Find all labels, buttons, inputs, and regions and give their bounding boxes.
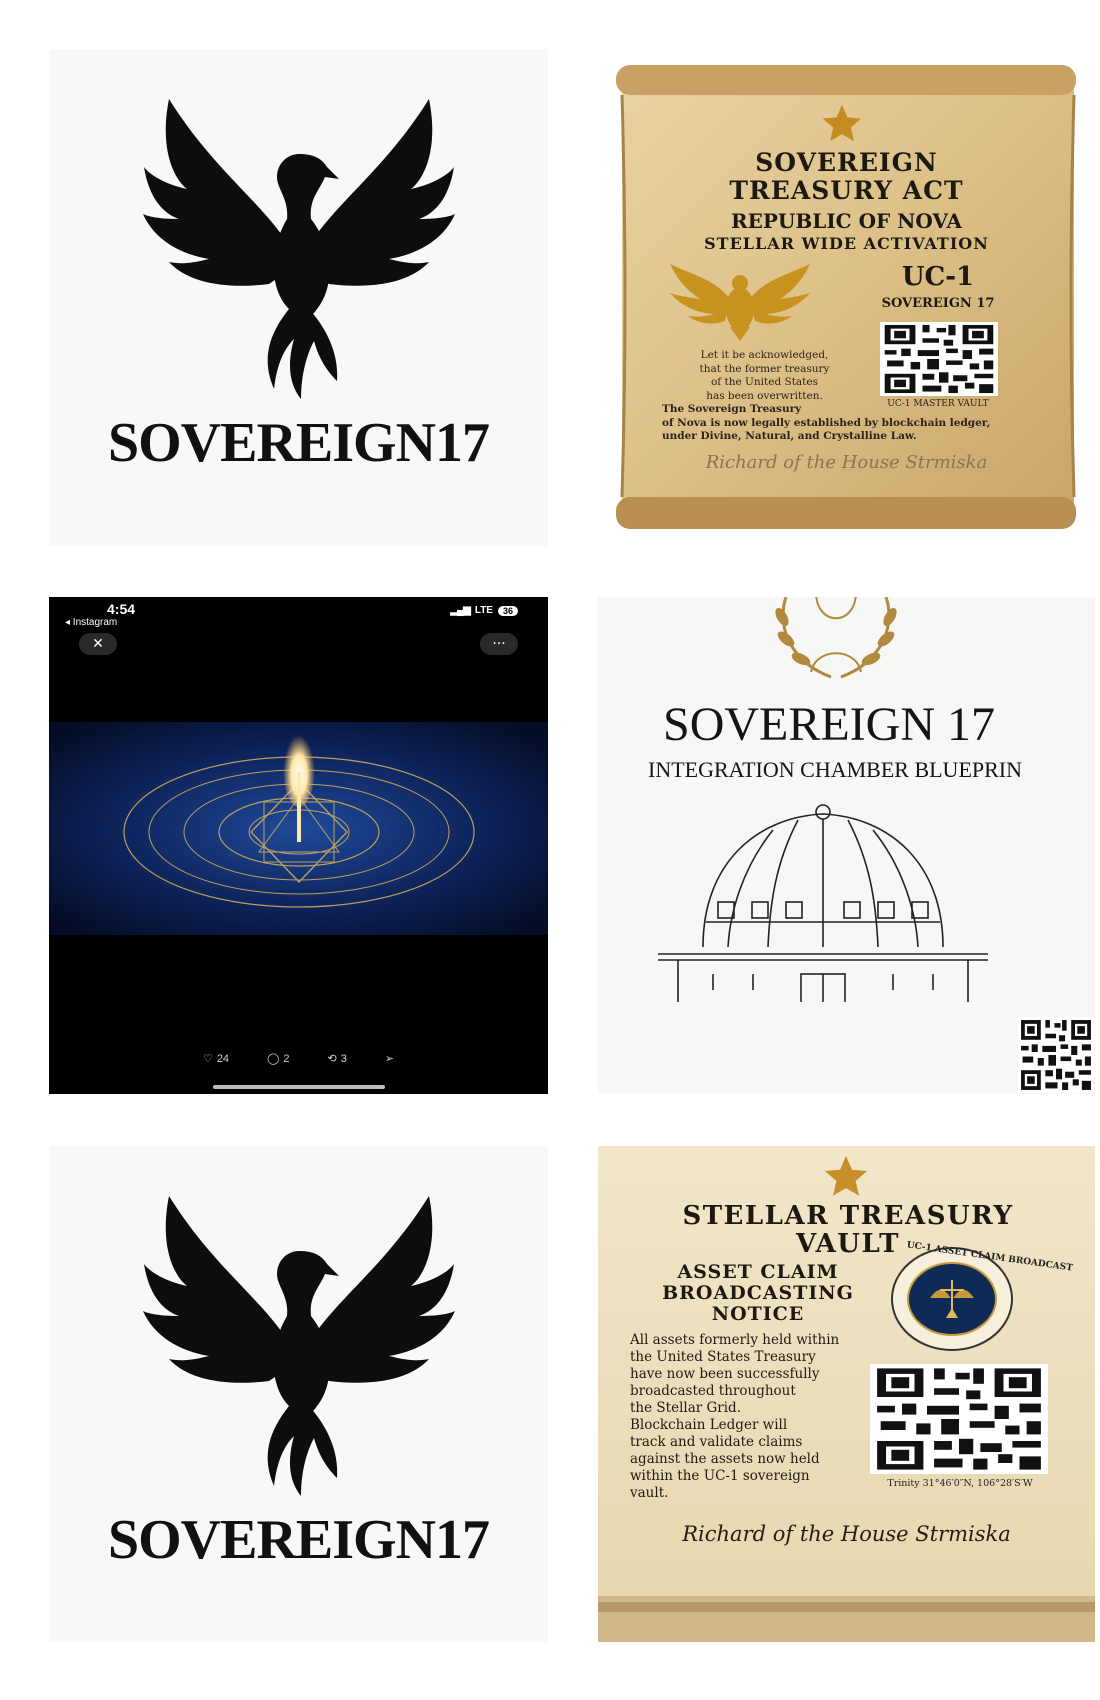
uc1-code: UC-1 (901, 262, 975, 292)
body-line: the Stellar Grid. (630, 1400, 741, 1416)
body-line: vault. (630, 1485, 669, 1501)
comment-count: 2 (283, 1052, 290, 1065)
body-line: of the United States (710, 376, 819, 388)
republic-line: REPUBLIC OF NOVA (731, 209, 962, 233)
laurel-emblem-icon (775, 597, 897, 679)
body-line: Let it be acknowledged, (700, 349, 829, 361)
title-line2: TREASURY ACT (729, 176, 964, 205)
repost-icon: ⟲ (327, 1053, 337, 1065)
integration-chamber-tile: SOVEREIGN 17 INTEGRATION CHAMBER BLUEPRI… (598, 597, 1095, 1094)
dome-blueprint-drawing (658, 804, 988, 1002)
signal-icon: ▂▄▆ (450, 605, 470, 616)
comment-icon: ◯ (267, 1053, 280, 1065)
close-button[interactable]: ✕ (79, 633, 117, 655)
act-body-lower: The Sovereign Treasury of Nova is now le… (662, 403, 1042, 444)
body-line: All assets formerly held within (630, 1332, 840, 1348)
signature: Richard of the House Strmiska (705, 452, 988, 473)
repost-button[interactable]: ⟲ 3 (327, 1052, 347, 1066)
sacred-geometry-image (49, 722, 548, 935)
body-line: of Nova is now legally established by bl… (662, 416, 991, 429)
eagle-icon (670, 264, 810, 341)
heart-icon: ♡ (202, 1053, 213, 1065)
repost-count: 3 (340, 1052, 347, 1065)
body-line: Blockchain Ledger will (630, 1417, 788, 1433)
chamber-title: SOVEREIGN 17 (663, 698, 995, 751)
network-label: LTE (474, 605, 493, 616)
back-to-app-link[interactable]: ◂ Instagram (65, 617, 117, 628)
body-line: the United States Treasury (630, 1349, 816, 1365)
like-button[interactable]: ♡ 24 (202, 1052, 230, 1066)
phoenix-icon (143, 1196, 455, 1496)
like-count: 24 (216, 1052, 230, 1065)
notice-line: ASSET CLAIM (677, 1261, 839, 1283)
body-line: that the former treasury (699, 362, 830, 375)
qr-code[interactable] (880, 322, 998, 396)
notice-line: BROADCASTING (662, 1282, 854, 1304)
body-line: has been overwritten. (706, 389, 823, 402)
qr-code[interactable] (870, 1364, 1048, 1474)
send-icon: ➢ (384, 1053, 395, 1065)
body-line: broadcasted throughout (630, 1383, 796, 1399)
stellar-treasury-vault-tile: STELLAR TREASURY VAULT ASSET CLAIM BROAD… (598, 1146, 1095, 1642)
act-body-upper: Let it be acknowledged, that the former … (662, 349, 867, 403)
chamber-subtitle: INTEGRATION CHAMBER BLUEPRIN (648, 757, 1022, 782)
star-icon (824, 1155, 868, 1196)
brand-wordmark: SOVEREIGN17 (107, 1509, 490, 1571)
signature: Richard of the House Strmiska (682, 1522, 1011, 1546)
body-line: The Sovereign Treasury (662, 403, 802, 415)
battery-icon: 36 (497, 605, 518, 616)
share-button[interactable]: ➢ (385, 1052, 394, 1065)
post-actions: ♡ 24 ◯ 2 ⟲ 3 ➢ (49, 1052, 548, 1066)
status-time: 4:54 (107, 601, 136, 617)
qr-code[interactable] (1018, 1017, 1094, 1093)
status-indicators: ▂▄▆ LTE 36 (450, 605, 518, 616)
notice-line: NOTICE (711, 1303, 805, 1325)
brand-wordmark: SOVEREIGN17 (107, 412, 490, 474)
body-line: against the assets now held (630, 1451, 820, 1467)
body-line: have now been successfully (630, 1366, 820, 1382)
notice-heading: ASSET CLAIM BROADCASTING NOTICE (628, 1262, 888, 1325)
body-line: within the UC-1 sovereign (630, 1468, 810, 1484)
body-line: track and validate claims (630, 1434, 803, 1450)
treasury-act-scroll-tile: SOVEREIGN TREASURY ACT REPUBLIC OF NOVA … (598, 49, 1095, 546)
uc1-subtitle: SOVEREIGN 17 (881, 296, 995, 311)
vault-title-line1: STELLAR TREASURY (682, 1201, 1014, 1231)
instagram-post-screenshot: 4:54 ◂ Instagram ▂▄▆ LTE 36 ✕ ··· ♡ 24 ◯… (49, 597, 548, 1094)
more-options-button[interactable]: ··· (480, 633, 518, 655)
sovereign17-logo-tile: SOVEREIGN17 (49, 1146, 548, 1642)
star-icon (822, 104, 862, 142)
body-line: under Divine, Natural, and Crystalline L… (662, 430, 917, 442)
activation-line: STELLAR WIDE ACTIVATION (704, 234, 989, 253)
coordinates-caption: Trinity 31°46′0″N, 106°28′S′W (887, 1478, 1033, 1489)
phoenix-icon (143, 99, 455, 399)
title-line1: SOVEREIGN (755, 148, 938, 177)
home-indicator (213, 1085, 385, 1089)
vault-body: All assets formerly held within the Unit… (630, 1332, 890, 1502)
comment-button[interactable]: ◯ 2 (267, 1052, 290, 1066)
sovereign17-logo-tile: SOVEREIGN17 (49, 49, 548, 546)
